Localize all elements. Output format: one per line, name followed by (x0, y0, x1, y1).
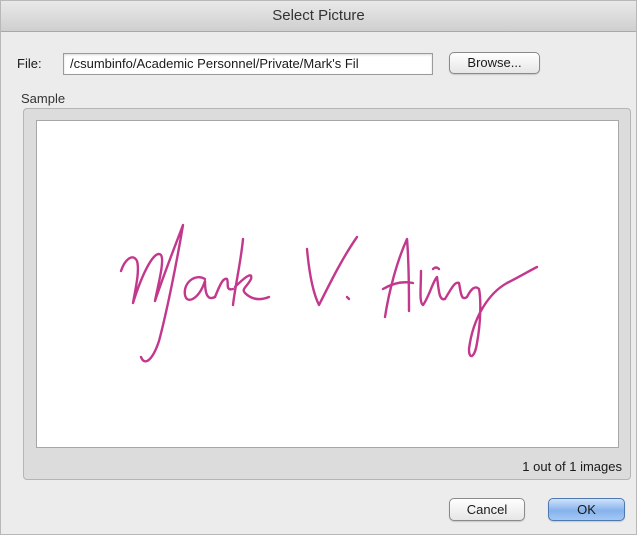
signature-image (119, 223, 539, 363)
browse-button[interactable]: Browse... (449, 52, 540, 74)
sample-image (36, 120, 619, 448)
ok-button[interactable]: OK (548, 498, 625, 521)
dialog-title: Select Picture (1, 1, 636, 32)
image-count: 1 out of 1 images (522, 459, 622, 474)
file-label: File: (17, 56, 42, 71)
sample-panel: 1 out of 1 images (23, 108, 631, 480)
sample-label: Sample (21, 91, 66, 106)
file-path-field[interactable]: /csumbinfo/Academic Personnel/Private/Ma… (63, 53, 433, 75)
cancel-button[interactable]: Cancel (449, 498, 525, 521)
select-picture-dialog: Select Picture File: /csumbinfo/Academic… (0, 0, 637, 535)
